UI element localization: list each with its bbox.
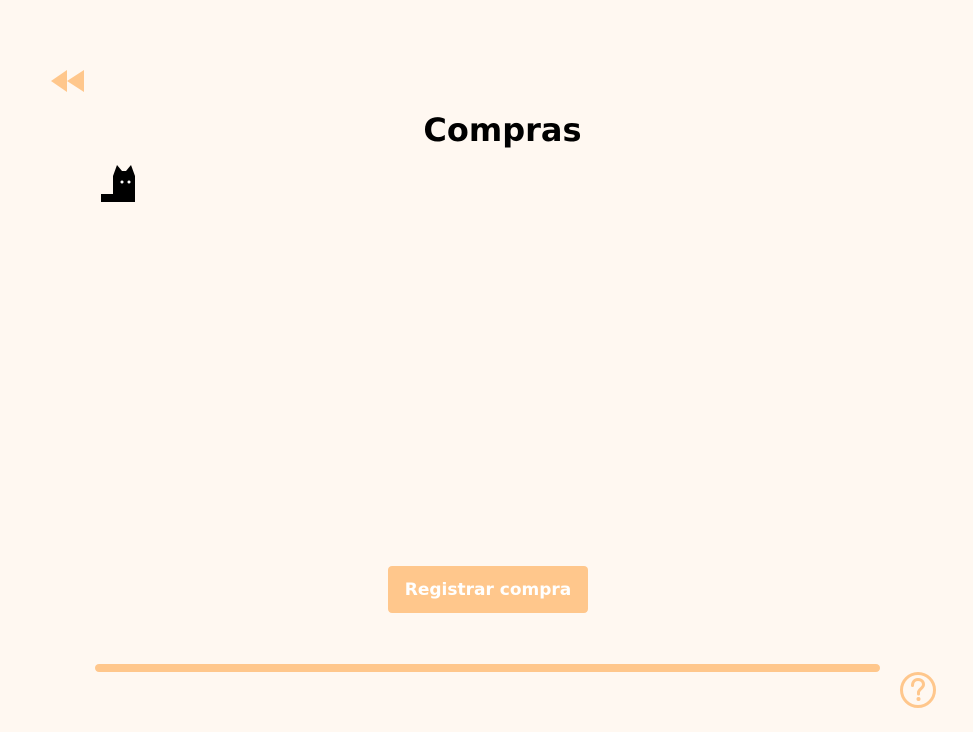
progress-bar <box>95 664 880 672</box>
page-title: Compras <box>423 111 582 149</box>
cat-icon <box>101 165 135 202</box>
help-button[interactable] <box>899 671 937 709</box>
rewind-icon <box>51 70 84 92</box>
help-circle-icon <box>900 672 936 708</box>
cat-logo <box>100 164 146 204</box>
back-button[interactable] <box>50 68 86 94</box>
register-purchase-button[interactable]: Registrar compra <box>388 566 588 613</box>
